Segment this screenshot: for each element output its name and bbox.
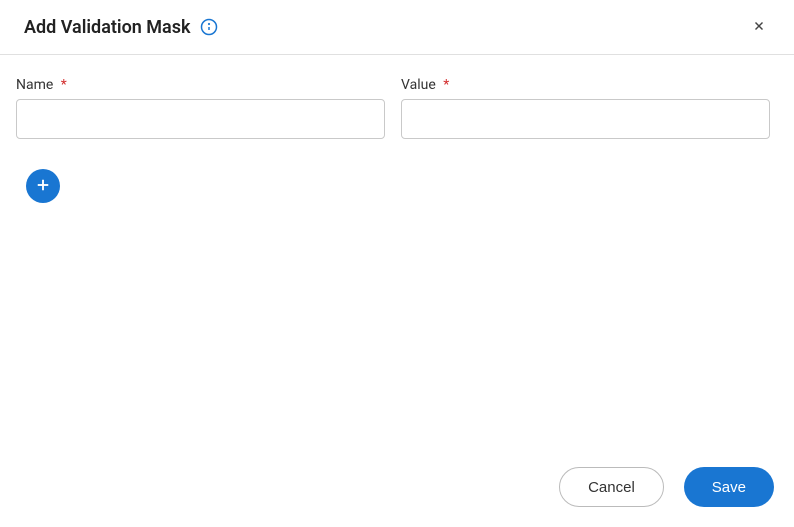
name-input[interactable] [16, 99, 385, 139]
value-field: Value * [401, 77, 770, 139]
name-label-text: Name [16, 77, 53, 93]
name-label: Name * [16, 77, 385, 93]
value-label-text: Value [401, 77, 436, 93]
cancel-button[interactable]: Cancel [559, 467, 664, 507]
form-area: Name * Value * [0, 55, 794, 139]
dialog-header: Add Validation Mask [0, 0, 794, 55]
name-required-indicator: * [61, 77, 67, 93]
save-button[interactable]: Save [684, 467, 774, 507]
add-button[interactable] [26, 169, 60, 203]
close-icon [752, 17, 766, 37]
name-field: Name * [16, 77, 385, 139]
header-left: Add Validation Mask [24, 17, 218, 38]
add-row [0, 139, 794, 203]
value-label: Value * [401, 77, 770, 93]
value-required-indicator: * [443, 77, 449, 93]
dialog-footer: Cancel Save [559, 467, 774, 507]
value-input[interactable] [401, 99, 770, 139]
info-icon[interactable] [200, 18, 218, 36]
close-button[interactable] [748, 14, 770, 40]
dialog-title: Add Validation Mask [24, 17, 190, 38]
plus-icon [34, 176, 52, 197]
